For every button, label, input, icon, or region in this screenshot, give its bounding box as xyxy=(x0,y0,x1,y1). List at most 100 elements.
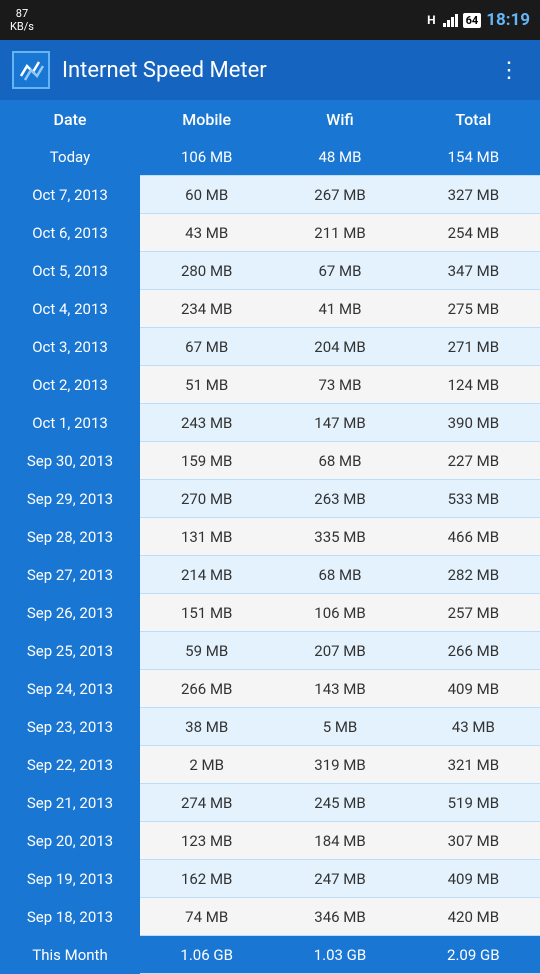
date-cell: Sep 22, 2013 xyxy=(0,746,140,784)
app-bar: Internet Speed Meter ⋮ xyxy=(0,40,540,100)
wifi-cell: 335 MB xyxy=(273,528,406,546)
mobile-cell: 51 MB xyxy=(140,376,273,394)
table-row[interactable]: Sep 19, 2013162 MB247 MB409 MB xyxy=(0,860,540,898)
table-row[interactable]: Sep 27, 2013214 MB68 MB282 MB xyxy=(0,556,540,594)
date-cell: Oct 1, 2013 xyxy=(0,404,140,442)
date-cell: This Month xyxy=(0,936,140,974)
table-row[interactable]: Oct 6, 201343 MB211 MB254 MB xyxy=(0,214,540,252)
header-wifi: Wifi xyxy=(273,110,406,129)
date-cell: Sep 26, 2013 xyxy=(0,594,140,632)
date-cell: Sep 20, 2013 xyxy=(0,822,140,860)
battery-icon: 64 xyxy=(463,13,482,28)
mobile-cell: 274 MB xyxy=(140,794,273,812)
total-cell: 43 MB xyxy=(407,718,540,736)
table-row[interactable]: Sep 26, 2013151 MB106 MB257 MB xyxy=(0,594,540,632)
total-cell: 266 MB xyxy=(407,642,540,660)
total-cell: 124 MB xyxy=(407,376,540,394)
date-cell: Oct 7, 2013 xyxy=(0,176,140,214)
mobile-cell: 1.06 GB xyxy=(140,946,273,964)
table-row[interactable]: Sep 20, 2013123 MB184 MB307 MB xyxy=(0,822,540,860)
app-title: Internet Speed Meter xyxy=(62,58,478,83)
wifi-cell: 48 MB xyxy=(273,148,406,166)
mobile-cell: 2 MB xyxy=(140,756,273,774)
overflow-menu-button[interactable]: ⋮ xyxy=(490,54,528,87)
table-row[interactable]: Oct 3, 201367 MB204 MB271 MB xyxy=(0,328,540,366)
table-row[interactable]: Sep 28, 2013131 MB335 MB466 MB xyxy=(0,518,540,556)
mobile-cell: 234 MB xyxy=(140,300,273,318)
mobile-cell: 38 MB xyxy=(140,718,273,736)
date-cell: Oct 3, 2013 xyxy=(0,328,140,366)
table-row[interactable]: Oct 5, 2013280 MB67 MB347 MB xyxy=(0,252,540,290)
table-row[interactable]: Oct 7, 201360 MB267 MB327 MB xyxy=(0,176,540,214)
wifi-cell: 204 MB xyxy=(273,338,406,356)
speed-indicator: 87 KB/s xyxy=(10,7,34,33)
network-type: H xyxy=(427,13,435,27)
table-row[interactable]: Today106 MB48 MB154 MB xyxy=(0,138,540,176)
table-row[interactable]: Sep 21, 2013274 MB245 MB519 MB xyxy=(0,784,540,822)
date-cell: Sep 30, 2013 xyxy=(0,442,140,480)
table-row[interactable]: Sep 18, 201374 MB346 MB420 MB xyxy=(0,898,540,936)
table-header: Date Mobile Wifi Total xyxy=(0,100,540,138)
mobile-cell: 214 MB xyxy=(140,566,273,584)
table-row[interactable]: Sep 22, 20132 MB319 MB321 MB xyxy=(0,746,540,784)
speed-unit: KB/s xyxy=(10,20,34,33)
wifi-cell: 41 MB xyxy=(273,300,406,318)
table-row[interactable]: Oct 1, 2013243 MB147 MB390 MB xyxy=(0,404,540,442)
table-body: Today106 MB48 MB154 MBOct 7, 201360 MB26… xyxy=(0,138,540,974)
signal-icon xyxy=(443,14,458,27)
table-row[interactable]: Sep 23, 201338 MB5 MB43 MB xyxy=(0,708,540,746)
date-cell: Oct 5, 2013 xyxy=(0,252,140,290)
header-date: Date xyxy=(0,110,140,129)
table-row[interactable]: Oct 2, 201351 MB73 MB124 MB xyxy=(0,366,540,404)
total-cell: 275 MB xyxy=(407,300,540,318)
mobile-cell: 159 MB xyxy=(140,452,273,470)
total-cell: 347 MB xyxy=(407,262,540,280)
total-cell: 227 MB xyxy=(407,452,540,470)
wifi-cell: 263 MB xyxy=(273,490,406,508)
wifi-cell: 67 MB xyxy=(273,262,406,280)
date-cell: Sep 23, 2013 xyxy=(0,708,140,746)
total-cell: 321 MB xyxy=(407,756,540,774)
date-cell: Sep 19, 2013 xyxy=(0,860,140,898)
wifi-cell: 68 MB xyxy=(273,566,406,584)
wifi-cell: 73 MB xyxy=(273,376,406,394)
table-row[interactable]: Sep 25, 201359 MB207 MB266 MB xyxy=(0,632,540,670)
mobile-cell: 59 MB xyxy=(140,642,273,660)
mobile-cell: 74 MB xyxy=(140,908,273,926)
mobile-cell: 106 MB xyxy=(140,148,273,166)
date-cell: Sep 27, 2013 xyxy=(0,556,140,594)
mobile-cell: 266 MB xyxy=(140,680,273,698)
date-cell: Today xyxy=(0,138,140,176)
date-cell: Sep 29, 2013 xyxy=(0,480,140,518)
wifi-cell: 247 MB xyxy=(273,870,406,888)
total-cell: 420 MB xyxy=(407,908,540,926)
total-cell: 390 MB xyxy=(407,414,540,432)
mobile-cell: 270 MB xyxy=(140,490,273,508)
wifi-cell: 207 MB xyxy=(273,642,406,660)
table-row[interactable]: Oct 4, 2013234 MB41 MB275 MB xyxy=(0,290,540,328)
total-cell: 154 MB xyxy=(407,148,540,166)
table-row[interactable]: This Month1.06 GB1.03 GB2.09 GB xyxy=(0,936,540,974)
mobile-cell: 60 MB xyxy=(140,186,273,204)
total-cell: 2.09 GB xyxy=(407,946,540,964)
wifi-cell: 346 MB xyxy=(273,908,406,926)
wifi-cell: 267 MB xyxy=(273,186,406,204)
total-cell: 257 MB xyxy=(407,604,540,622)
table-row[interactable]: Sep 24, 2013266 MB143 MB409 MB xyxy=(0,670,540,708)
table-row[interactable]: Sep 30, 2013159 MB68 MB227 MB xyxy=(0,442,540,480)
date-cell: Sep 24, 2013 xyxy=(0,670,140,708)
wifi-cell: 1.03 GB xyxy=(273,946,406,964)
total-cell: 327 MB xyxy=(407,186,540,204)
mobile-cell: 43 MB xyxy=(140,224,273,242)
wifi-cell: 68 MB xyxy=(273,452,406,470)
date-cell: Sep 25, 2013 xyxy=(0,632,140,670)
status-icons: H 64 18:19 xyxy=(427,10,530,30)
table-row[interactable]: Sep 29, 2013270 MB263 MB533 MB xyxy=(0,480,540,518)
date-cell: Sep 18, 2013 xyxy=(0,898,140,936)
wifi-cell: 184 MB xyxy=(273,832,406,850)
total-cell: 466 MB xyxy=(407,528,540,546)
mobile-cell: 123 MB xyxy=(140,832,273,850)
date-cell: Oct 4, 2013 xyxy=(0,290,140,328)
total-cell: 282 MB xyxy=(407,566,540,584)
data-table: Date Mobile Wifi Total Today106 MB48 MB1… xyxy=(0,100,540,974)
